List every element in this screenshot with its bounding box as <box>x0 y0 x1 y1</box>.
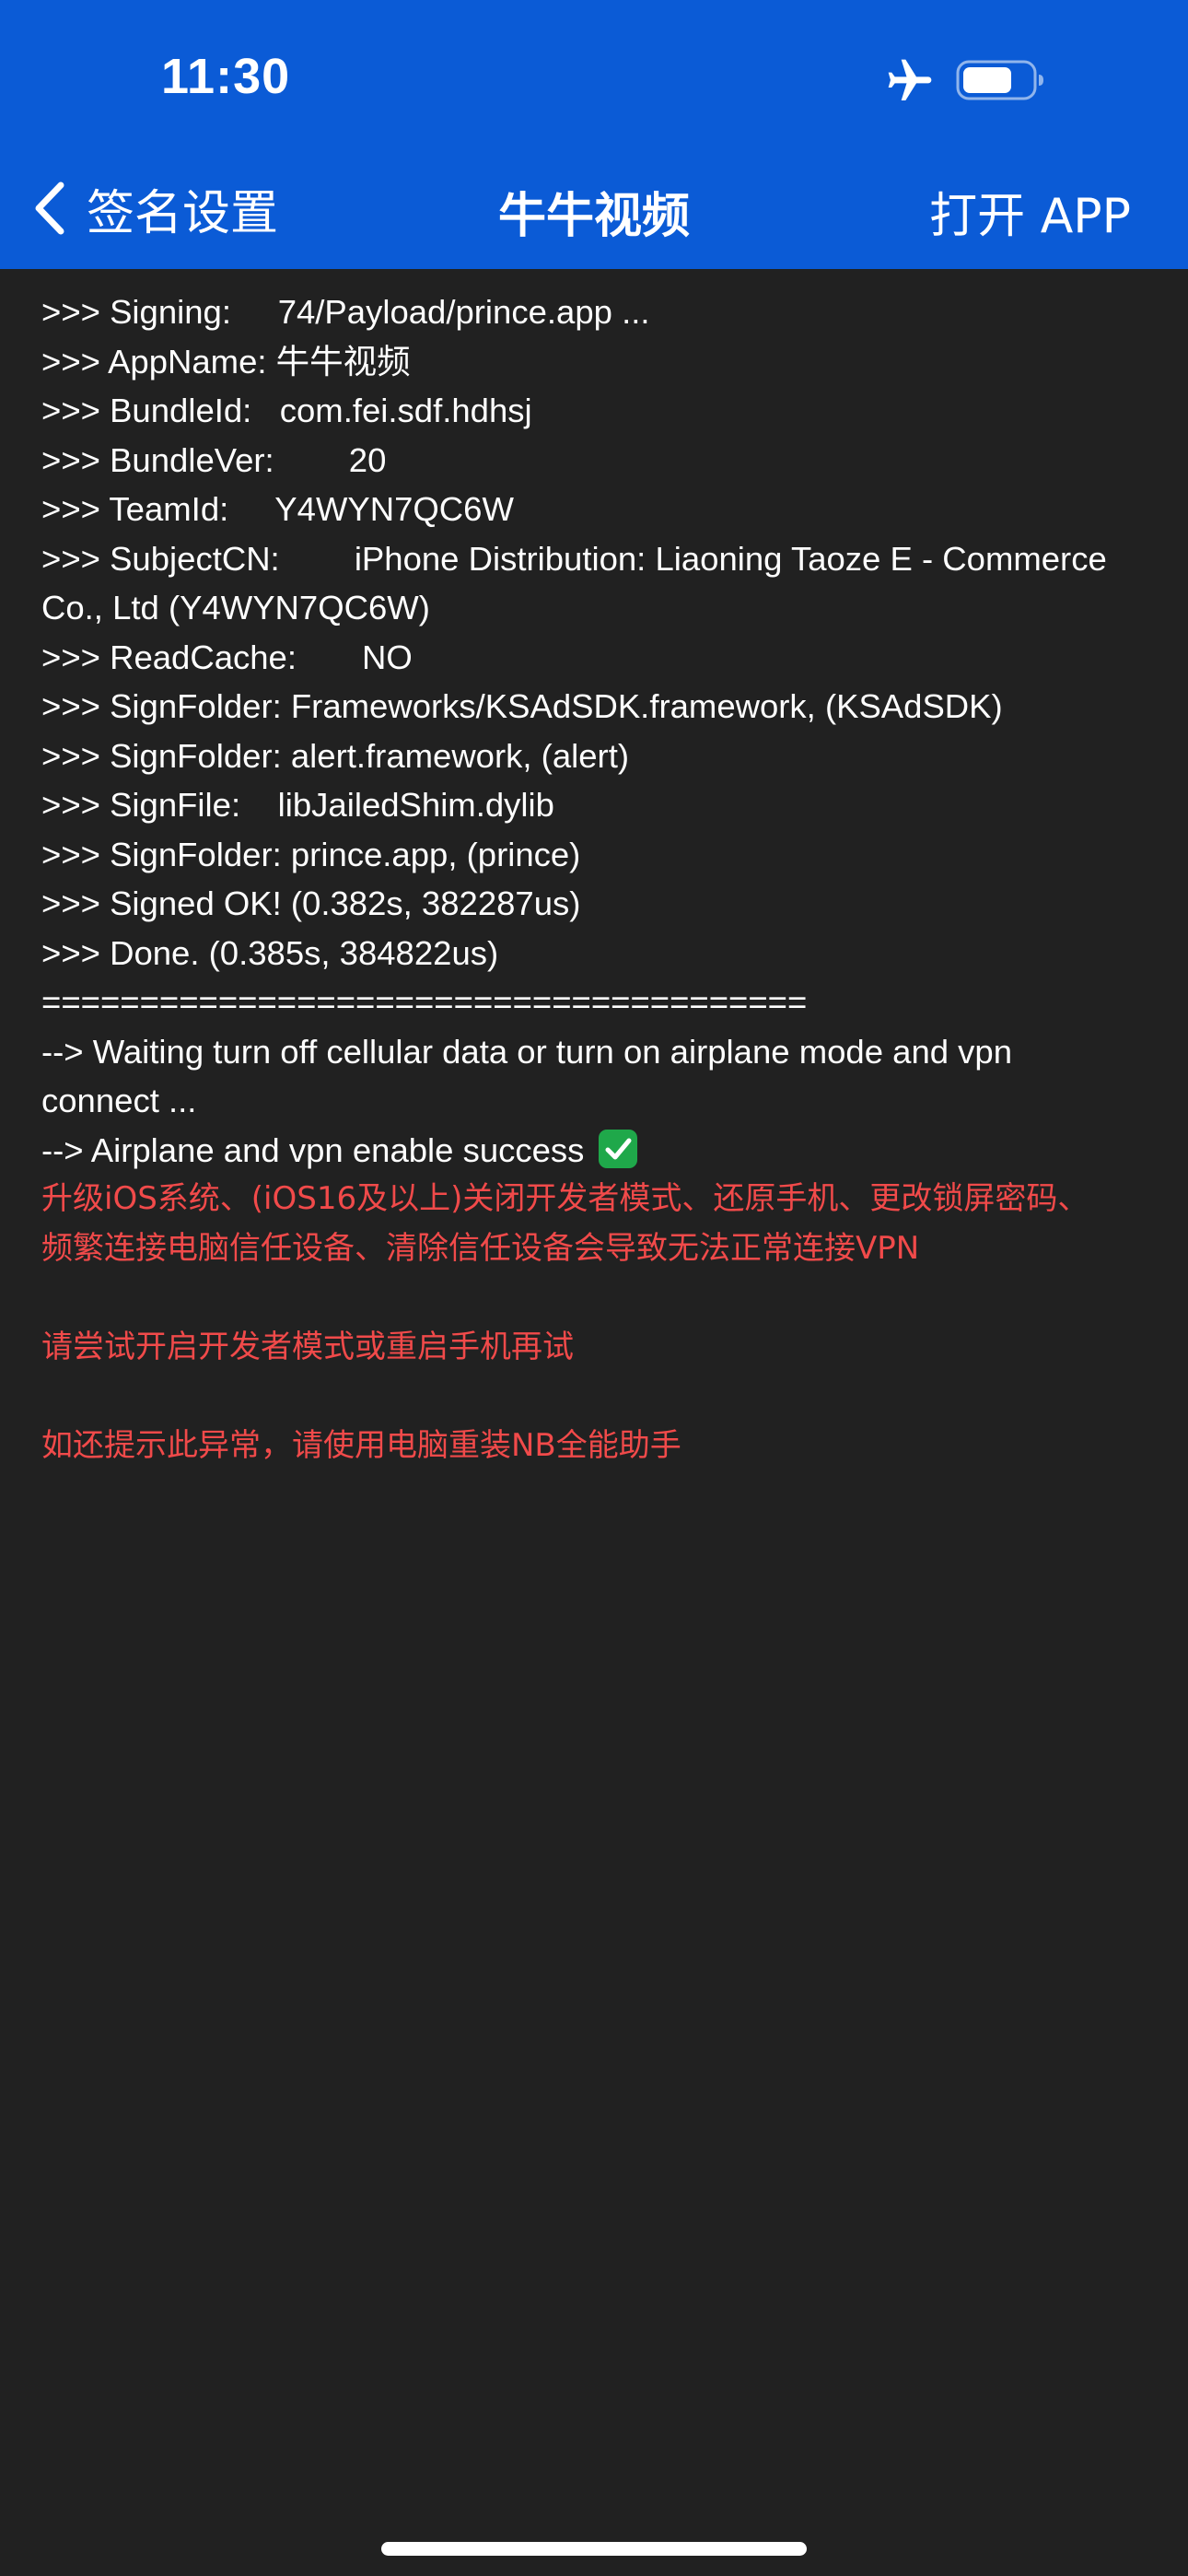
log-line: >>> BundleId: com.fei.sdf.hdhsj <box>41 392 532 429</box>
log-line: >>> SubjectCN: iPhone Distribution: Liao… <box>41 539 1107 578</box>
error-message: 频繁连接电脑信任设备、清除信任设备会导致无法正常连接VPN <box>41 1229 920 1267</box>
log-separator: ======================================= <box>41 983 808 1021</box>
error-hint: 如还提示此异常，请使用电脑重装NB全能助手 <box>41 1426 681 1464</box>
log-line: >>> TeamId: Y4WYN7QC6W <box>41 490 514 528</box>
log-line: >>> SignFolder: alert.framework, (alert) <box>41 736 629 775</box>
log-line: >>> SignFolder: prince.app, (prince) <box>41 835 581 873</box>
back-button-label: 签名设置 <box>87 185 279 241</box>
log-line: >>> SignFolder: Frameworks/KSAdSDK.frame… <box>41 687 1003 725</box>
error-message: 升级iOS系统、(iOS16及以上)关闭开发者模式、还原手机、更改锁屏密码、 <box>41 1180 1089 1217</box>
airplane-mode-icon <box>888 59 932 100</box>
log-line: >>> Signing: 74/Payload/prince.app ... <box>41 293 650 331</box>
chevron-left-icon <box>35 181 64 235</box>
log-line: Co., Ltd (Y4WYN7QC6W) <box>41 589 430 626</box>
open-app-button[interactable]: 打开 APP <box>929 177 1131 246</box>
check-mark-icon <box>598 1129 637 1168</box>
log-line: >>> AppName: 牛牛视频 <box>41 342 411 381</box>
error-hint: 请尝试开启开发者模式或重启手机再试 <box>41 1328 574 1365</box>
log-line: connect ... <box>41 1082 197 1119</box>
navigation-header: 11:30 签名设置 牛牛视频 打开 APP <box>0 0 1188 269</box>
battery-icon <box>956 60 1043 100</box>
log-line: --> Waiting turn off cellular data or tu… <box>41 1032 1013 1071</box>
log-line: >>> BundleVer: 20 <box>41 440 387 479</box>
log-success-line: --> Airplane and vpn enable success <box>41 1126 1147 1176</box>
log-line: >>> ReadCache: NO <box>41 638 413 676</box>
signing-log: >>> Signing: 74/Payload/prince.app ... >… <box>41 287 1147 1470</box>
log-line-text: --> Airplane and vpn enable success <box>41 1130 585 1169</box>
home-indicator[interactable] <box>381 2542 807 2556</box>
back-button[interactable]: 签名设置 <box>31 173 278 243</box>
log-line: >>> Signed OK! (0.382s, 382287us) <box>41 884 581 922</box>
status-time: 11:30 <box>161 49 291 104</box>
log-line: >>> Done. (0.385s, 384822us) <box>41 933 499 972</box>
log-line: >>> SignFile: libJailedShim.dylib <box>41 786 554 824</box>
